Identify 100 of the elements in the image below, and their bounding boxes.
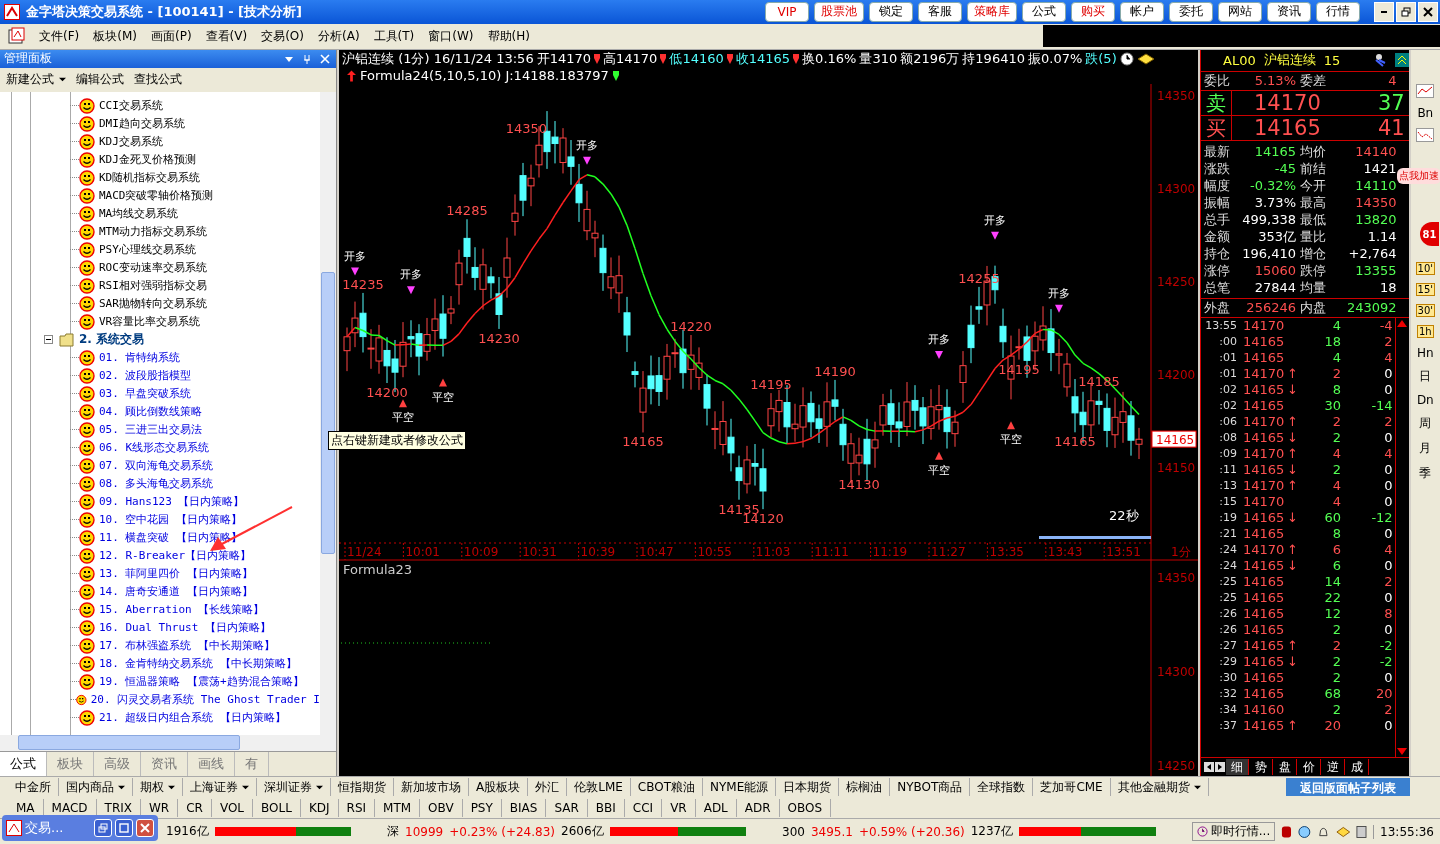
market-tab[interactable]: 中金所 (8, 778, 59, 797)
chart-icon[interactable] (1416, 127, 1435, 142)
document-icon[interactable] (1356, 824, 1368, 839)
tree-item[interactable]: 02. 波段股指模型 (99, 368, 192, 384)
menu-item[interactable]: 窗口(W) (421, 27, 481, 45)
toolbar-button[interactable]: 股票池 (814, 1, 864, 22)
tree-item[interactable]: MTM动力指标交易系统 (99, 224, 207, 240)
market-tab[interactable]: NYME能源 (703, 778, 777, 797)
tree-item[interactable]: 14. 唐奇安通道 【日内策略】 (99, 584, 254, 600)
tree-item[interactable]: PSY心理线交易系统 (99, 242, 196, 258)
collapse-icon[interactable] (44, 335, 53, 345)
minimize-button[interactable] (1374, 1, 1394, 22)
return-link[interactable]: 返回版面帖子列表 (1286, 778, 1410, 797)
panel-tab[interactable]: 有 (235, 751, 269, 776)
panel-tab[interactable]: 板块 (47, 751, 94, 776)
tree-item[interactable]: SAR抛物转向交易系统 (99, 296, 207, 312)
tree-item[interactable]: 09. Hans123 【日内策略】 (99, 494, 245, 510)
tree-item[interactable]: MA均线交易系统 (99, 206, 179, 222)
period-button[interactable]: Dn (1416, 392, 1434, 407)
indicator-tab[interactable]: BIAS (501, 799, 547, 818)
menu-item[interactable]: 交易(O) (254, 27, 311, 45)
vertical-scrollbar[interactable] (1394, 317, 1409, 757)
period-button[interactable]: 1h (1416, 324, 1434, 338)
indicator-tab[interactable]: MTM (375, 799, 421, 818)
indicator-tab[interactable]: CR (178, 799, 212, 818)
market-tab[interactable]: 芝加哥CME (1033, 778, 1111, 797)
tree-item[interactable]: 03. 早盘突破系统 (99, 386, 192, 402)
scrollbar-thumb[interactable] (18, 735, 240, 751)
formula-icon[interactable] (8, 27, 26, 46)
tree-item[interactable]: 21. 超级日内组合系统 【日内策略】 (99, 710, 287, 726)
tree-item[interactable]: DMI趋向交易系统 (99, 116, 185, 132)
tree-item[interactable]: 12. R-Breaker【日内策略】 (99, 548, 252, 564)
tree-item[interactable]: 07. 双向海龟交易系统 (99, 458, 214, 474)
globe-icon[interactable] (1298, 824, 1311, 839)
tree-item[interactable]: 10. 空中花园 【日内策略】 (99, 512, 243, 528)
speed-up-badge[interactable]: 点我加速 (1397, 168, 1440, 184)
market-tab[interactable]: 恒指期货 (331, 778, 394, 797)
tree-item[interactable]: MACD突破零轴价格预测 (99, 188, 214, 204)
taskbar-window-title[interactable]: 交易... (25, 819, 64, 837)
market-tab[interactable]: NYBOT商品 (890, 778, 971, 797)
tree-item[interactable]: 17. 布林强盗系统 【中长期策略】 (99, 638, 276, 654)
toolbar-button[interactable]: 网站 (1218, 1, 1262, 22)
toolbar-button[interactable]: 公式 (1022, 1, 1066, 22)
toolbar-button[interactable]: 客服 (918, 1, 962, 22)
period-button[interactable]: 月 (1419, 439, 1432, 457)
market-tab[interactable]: 日本期货 (776, 778, 840, 797)
toolbar-button[interactable]: 资讯 (1267, 1, 1311, 22)
formula-toolbar-button[interactable]: 编辑公式 (73, 69, 127, 91)
restore-button[interactable] (94, 819, 112, 837)
toolbar-button[interactable]: 锁定 (869, 1, 913, 22)
tree-item[interactable]: KDJ金死叉价格预测 (99, 152, 196, 168)
database-icon[interactable] (1281, 824, 1293, 839)
menu-item[interactable]: 工具(T) (366, 27, 422, 45)
period-button[interactable]: Hn (1417, 345, 1434, 360)
period-button[interactable]: 10' (1415, 261, 1436, 275)
indicator-tab[interactable]: SAR (546, 799, 588, 818)
tree-item[interactable]: 05. 三进三出交易法 (99, 422, 203, 438)
tree-folder[interactable]: 2. 系统交易 (79, 331, 145, 349)
indicator-tab[interactable]: OBOS (779, 799, 832, 818)
market-tab[interactable]: 外汇 (528, 778, 568, 797)
tree-item[interactable]: 15. Aberration 【长线策略】 (99, 602, 265, 618)
market-tab[interactable]: 上海证券 (183, 778, 257, 797)
close-button[interactable] (1418, 1, 1438, 22)
formula-toolbar-button[interactable]: 查找公式 (131, 69, 185, 91)
maximize-button[interactable] (115, 819, 133, 837)
tree-item[interactable]: RSI相对强弱指标交易 (99, 278, 207, 294)
toolbar-button[interactable]: 委托 (1169, 1, 1213, 22)
menu-item[interactable]: 查看(V) (198, 27, 255, 45)
market-tab[interactable]: 其他金融期货 (1110, 778, 1209, 797)
scroll-right-icon[interactable] (1215, 761, 1225, 772)
close-icon[interactable] (320, 53, 330, 64)
market-tab[interactable]: 棕榈油 (839, 778, 891, 797)
card-icon[interactable] (1335, 825, 1351, 838)
market-tab[interactable]: CBOT粮油 (630, 778, 704, 797)
indicator-tab[interactable]: PSY (462, 799, 502, 818)
panel-tab[interactable]: 高级 (94, 751, 141, 776)
tree-item[interactable]: KDJ交易系统 (99, 134, 163, 150)
panel-tab[interactable]: 公式 (0, 751, 47, 776)
tree-item[interactable]: 04. 顾比倒数线策略 (99, 404, 203, 420)
tree-item[interactable]: 08. 多头海龟交易系统 (99, 476, 214, 492)
tree-item[interactable]: 16. Dual Thrust 【日内策略】 (99, 620, 271, 636)
indicator-tab[interactable]: RSI (338, 799, 376, 818)
market-tab[interactable]: A股板块 (469, 778, 529, 797)
indicator-tab[interactable]: VR (662, 799, 696, 818)
menu-item[interactable]: 板块(M) (86, 27, 144, 45)
period-button[interactable]: Bn (1417, 105, 1434, 120)
indicator-tab[interactable]: CCI (624, 799, 663, 818)
tree-item[interactable]: ROC变动速率交易系统 (99, 260, 207, 276)
tree-item[interactable]: 20. 闪灵交易者系统 The Ghost Trader I (90, 692, 320, 708)
indicator-tab[interactable]: KDJ (300, 799, 339, 818)
tree-item[interactable]: 13. 菲阿里四价 【日内策略】 (99, 566, 254, 582)
tree-item[interactable]: CCI交易系统 (99, 98, 163, 114)
panel-tab[interactable]: 资讯 (141, 751, 188, 776)
tree-item[interactable]: 06. K线形态交易系统 (99, 440, 210, 456)
chart-icon[interactable] (1416, 83, 1435, 98)
indicator-tab[interactable]: OBV (420, 799, 463, 818)
formula-toolbar-button[interactable]: 新建公式 (3, 69, 69, 91)
toolbar-button[interactable]: VIP (765, 1, 809, 22)
menu-item[interactable]: 帮助(H) (480, 27, 537, 45)
tree-item[interactable]: 01. 肯特纳系统 (99, 350, 181, 366)
